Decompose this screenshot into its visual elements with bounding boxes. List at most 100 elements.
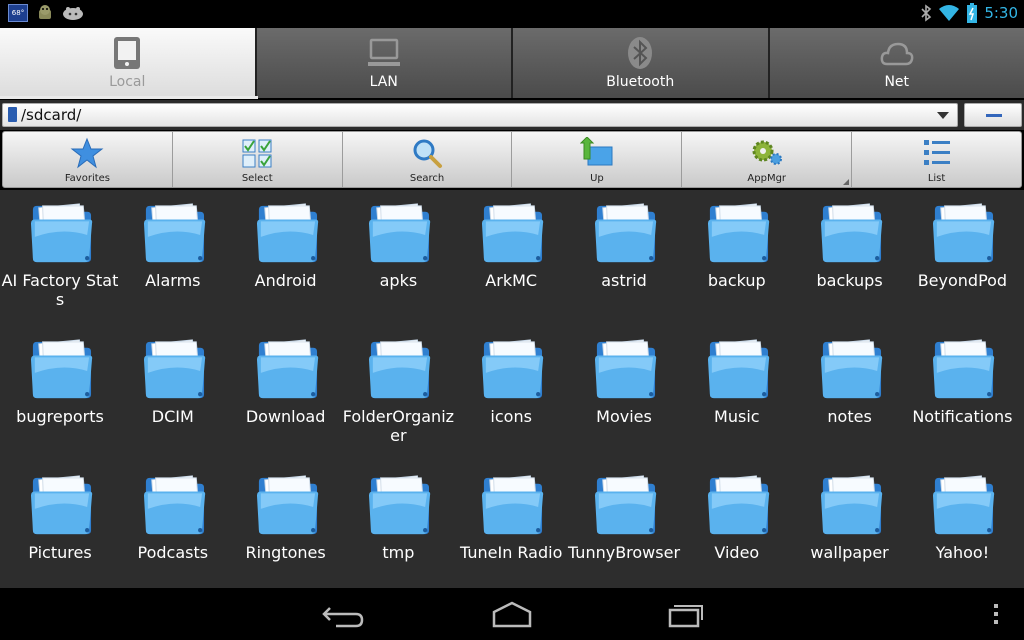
folder-item[interactable]: backups bbox=[794, 194, 906, 326]
folder-item[interactable]: BeyondPod bbox=[906, 194, 1018, 326]
folder-name: TuneIn Radio bbox=[460, 543, 563, 562]
overflow-menu-icon[interactable] bbox=[993, 603, 999, 625]
folder-grid: AI Factory Stats Alarms Android apks Ark… bbox=[0, 190, 1024, 588]
clock: 5:30 bbox=[984, 4, 1018, 22]
folder-icon bbox=[482, 475, 544, 535]
folder-name: Video bbox=[714, 543, 760, 562]
folder-item[interactable]: astrid bbox=[568, 194, 680, 326]
tab-label: Bluetooth bbox=[606, 74, 675, 90]
folder-icon bbox=[482, 203, 544, 263]
tablet-icon bbox=[114, 37, 141, 69]
folder-item[interactable]: apks bbox=[342, 194, 454, 326]
tab-bluetooth[interactable]: Bluetooth bbox=[513, 28, 770, 98]
search-button[interactable]: Search bbox=[343, 132, 513, 187]
folder-icon bbox=[820, 475, 882, 535]
cloud-icon bbox=[880, 42, 914, 66]
folder-item[interactable]: AI Factory Stats bbox=[2, 194, 118, 326]
folder-item[interactable]: Notifications bbox=[906, 330, 1018, 462]
collapse-button[interactable] bbox=[964, 103, 1022, 127]
folder-item[interactable]: backup bbox=[681, 194, 793, 326]
location-tabs: Local LAN Bluetooth Net bbox=[0, 28, 1024, 98]
folder-item[interactable]: icons bbox=[455, 330, 567, 462]
folder-name: Yahoo! bbox=[935, 543, 990, 562]
recent-apps-icon[interactable] bbox=[660, 598, 712, 630]
folder-name: wallpaper bbox=[810, 543, 889, 562]
folder-icon bbox=[369, 203, 431, 263]
folder-name: astrid bbox=[601, 271, 647, 290]
navigation-bar bbox=[0, 588, 1024, 640]
folder-up-icon bbox=[579, 137, 613, 166]
status-bar: 68° 5:30 bbox=[0, 0, 1024, 26]
tab-net[interactable]: Net bbox=[769, 28, 1024, 98]
folder-icon bbox=[256, 203, 318, 263]
folder-item[interactable]: Yahoo! bbox=[906, 466, 1018, 598]
folder-item[interactable]: Podcasts bbox=[117, 466, 229, 598]
folder-item[interactable]: notes bbox=[794, 330, 906, 462]
favorites-button[interactable]: Favorites bbox=[3, 132, 173, 187]
computer-icon bbox=[367, 38, 400, 66]
battery-charging-icon bbox=[967, 3, 978, 23]
folder-icon bbox=[30, 339, 93, 399]
folder-item[interactable]: wallpaper bbox=[794, 466, 906, 598]
folder-icon bbox=[707, 339, 769, 399]
list-view-button[interactable]: List bbox=[852, 132, 1021, 187]
folder-item[interactable]: Alarms bbox=[117, 194, 229, 326]
folder-name: backup bbox=[707, 271, 766, 290]
tool-label: AppMgr bbox=[747, 173, 787, 184]
folder-item[interactable]: Movies bbox=[568, 330, 680, 462]
star-icon bbox=[70, 137, 104, 169]
folder-name: icons bbox=[490, 407, 532, 426]
appmgr-button[interactable]: AppMgr bbox=[682, 132, 853, 187]
home-icon[interactable] bbox=[486, 598, 538, 630]
folder-item[interactable]: Android bbox=[230, 194, 342, 326]
folder-icon bbox=[143, 475, 205, 535]
folder-item[interactable]: Video bbox=[681, 466, 793, 598]
submenu-indicator-icon bbox=[843, 179, 850, 185]
wifi-icon bbox=[939, 5, 960, 21]
folder-item[interactable]: Ringtones bbox=[230, 466, 342, 598]
tab-lan[interactable]: LAN bbox=[256, 28, 513, 98]
back-icon[interactable] bbox=[314, 598, 366, 630]
folder-item[interactable]: Music bbox=[681, 330, 793, 462]
folder-name: Movies bbox=[596, 407, 652, 426]
folder-item[interactable]: DCIM bbox=[117, 330, 229, 462]
folder-icon bbox=[820, 203, 882, 263]
folder-name: bugreports bbox=[16, 407, 104, 426]
folder-item[interactable]: TuneIn Radio bbox=[455, 466, 567, 598]
tool-label: Favorites bbox=[64, 173, 110, 184]
tab-local[interactable]: Local bbox=[0, 28, 257, 98]
folder-icon bbox=[933, 203, 995, 263]
folder-name: backups bbox=[816, 271, 883, 290]
folder-icon bbox=[30, 203, 93, 263]
folder-name: TunnyBrowser bbox=[567, 543, 681, 562]
folder-name: Android bbox=[254, 271, 317, 290]
active-tab-indicator bbox=[0, 96, 258, 99]
up-button[interactable]: Up bbox=[512, 132, 683, 187]
bluetooth-icon bbox=[921, 4, 932, 22]
folder-item[interactable]: tmp bbox=[342, 466, 454, 598]
folder-icon bbox=[369, 339, 431, 399]
android-robot-icon bbox=[39, 5, 51, 19]
folder-name: Pictures bbox=[28, 543, 92, 562]
folder-name: DCIM bbox=[151, 407, 194, 426]
folder-item[interactable]: Download bbox=[230, 330, 342, 462]
folder-icon bbox=[30, 475, 93, 535]
folder-name: Music bbox=[714, 407, 760, 426]
tab-label: Local bbox=[109, 74, 146, 90]
tool-label: Up bbox=[590, 173, 604, 184]
tab-label: Net bbox=[884, 74, 910, 90]
folder-name: Download bbox=[245, 407, 326, 426]
folder-item[interactable]: Pictures bbox=[4, 466, 116, 598]
folder-item[interactable]: FolderOrganizer bbox=[342, 330, 454, 462]
folder-item[interactable]: TunnyBrowser bbox=[568, 466, 680, 598]
folder-icon bbox=[369, 475, 431, 535]
path-dropdown[interactable]: /sdcard/ bbox=[2, 103, 958, 127]
bluetooth-icon bbox=[628, 37, 653, 69]
minus-icon bbox=[986, 114, 1002, 117]
folder-icon bbox=[256, 475, 318, 535]
folder-icon bbox=[933, 475, 995, 535]
folder-item[interactable]: bugreports bbox=[4, 330, 116, 462]
folder-item[interactable]: ArkMC bbox=[455, 194, 567, 326]
select-button[interactable]: Select bbox=[173, 132, 343, 187]
magnifier-icon bbox=[413, 139, 443, 168]
